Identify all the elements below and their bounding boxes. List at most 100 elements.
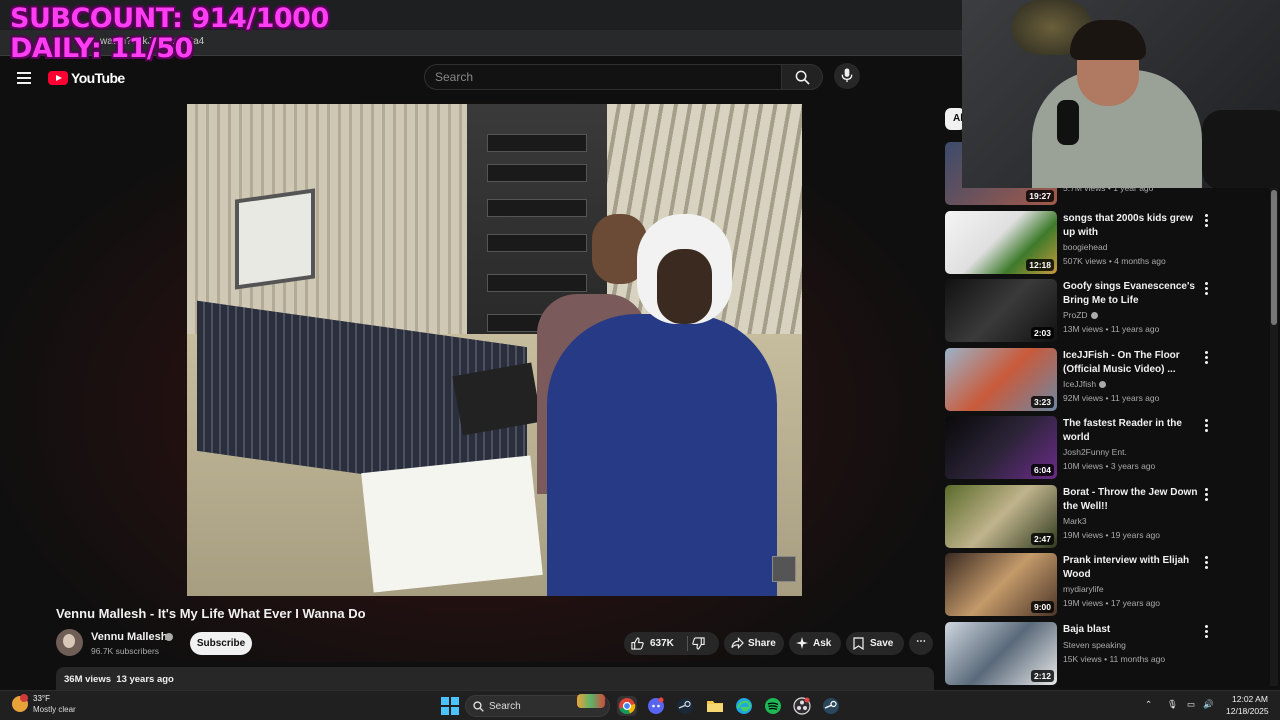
like-count: 637K	[650, 638, 674, 649]
video-player[interactable]	[187, 104, 802, 596]
view-stats: 36M views 13 years ago	[64, 674, 174, 685]
recommendation-meta: 507K views • 4 months ago	[1063, 256, 1166, 266]
duration-badge: 6:04	[1030, 464, 1054, 476]
recommendation-title[interactable]: songs that 2000s kids grew up with	[1063, 212, 1199, 239]
more-vertical-icon[interactable]	[1205, 625, 1209, 639]
youtube-logo[interactable]: YouTube	[48, 70, 125, 86]
edge-icon[interactable]	[734, 696, 754, 716]
video-thumbnail[interactable]: 2:47	[945, 485, 1057, 548]
search-input[interactable]: Search	[424, 64, 782, 90]
video-watermark	[772, 556, 796, 582]
description-box[interactable]: 36M views 13 years ago	[56, 667, 934, 691]
more-vertical-icon[interactable]	[1205, 488, 1209, 502]
recommendation-item[interactable]: 2:47 Borat - Throw the Jew Down the Well!…	[945, 485, 1215, 549]
volume-icon[interactable]: 🔊	[1203, 699, 1214, 710]
steam-icon[interactable]	[675, 696, 695, 716]
clock-time[interactable]: 12:02 AM	[1232, 694, 1268, 704]
recommendation-title[interactable]: IceJJFish - On The Floor (Official Music…	[1063, 349, 1199, 376]
like-icon[interactable]	[631, 637, 644, 653]
dislike-icon[interactable]	[692, 637, 705, 653]
clock-date[interactable]: 12/18/2025	[1226, 706, 1269, 716]
recommendation-item[interactable]: 9:00 Prank interview with Elijah Wood mydi…	[945, 553, 1215, 617]
more-vertical-icon[interactable]	[1205, 282, 1209, 296]
recommendation-title[interactable]: Borat - Throw the Jew Down the Well!!	[1063, 486, 1199, 513]
recommendation-item[interactable]: 2:03 Goofy sings Evanescence's Bring Me t…	[945, 279, 1215, 343]
windows-start-icon[interactable]	[440, 696, 460, 716]
spotify-icon[interactable]	[763, 696, 783, 716]
video-thumbnail[interactable]: 2:03	[945, 279, 1057, 342]
search-icon	[795, 70, 810, 85]
webcam-overlay	[962, 0, 1280, 188]
sparkle-icon	[796, 637, 808, 652]
weather-condition[interactable]: Mostly clear	[33, 705, 76, 714]
save-button[interactable]: Save	[846, 632, 904, 655]
video-thumbnail[interactable]: 6:04	[945, 416, 1057, 479]
video-thumbnail[interactable]: 3:23	[945, 348, 1057, 411]
more-vertical-icon[interactable]	[1205, 556, 1209, 570]
duration-badge: 9:00	[1030, 601, 1054, 613]
recommendation-title[interactable]: The fastest Reader in the world	[1063, 417, 1199, 444]
recommendation-channel[interactable]: boogiehead	[1063, 242, 1107, 252]
ask-button[interactable]: Ask	[789, 632, 841, 655]
bookmark-icon	[853, 637, 864, 653]
video-title: Vennu Mallesh - It's My Life What Ever I…	[56, 606, 366, 621]
recommendation-item[interactable]: 2:12 Baja blast Steven speaking 15K views •…	[945, 622, 1215, 686]
more-vertical-icon[interactable]	[1205, 419, 1209, 433]
recommendation-item[interactable]: 6:04 The fastest Reader in the world Josh2…	[945, 416, 1215, 480]
network-icon[interactable]: ▭	[1187, 699, 1195, 710]
file-explorer-icon[interactable]	[705, 696, 725, 716]
duration-badge: 19:27	[1026, 190, 1054, 202]
subscribe-button[interactable]: Subscribe	[190, 632, 252, 655]
duration-badge: 2:47	[1030, 533, 1054, 545]
verified-icon	[165, 633, 173, 641]
more-vertical-icon[interactable]	[1205, 214, 1209, 228]
tray-chevron-icon[interactable]: ⌃	[1145, 699, 1152, 710]
subcount-overlay: SUBCOUNT: 914/1000	[10, 3, 329, 34]
menu-icon[interactable]	[17, 72, 31, 84]
more-horizontal-icon: ⋯	[916, 636, 926, 647]
sidebar-scrollbar[interactable]	[1270, 186, 1278, 686]
duration-badge: 3:23	[1030, 396, 1054, 408]
scrollbar-thumb[interactable]	[1271, 190, 1277, 325]
channel-name[interactable]: Vennu Mallesh	[91, 631, 167, 643]
share-icon	[731, 637, 744, 652]
video-thumbnail[interactable]: 9:00	[945, 553, 1057, 616]
discord-icon[interactable]	[646, 696, 666, 716]
recommendation-channel[interactable]: Mark3	[1063, 516, 1087, 526]
windows-taskbar: 33°F Mostly clear Search ⌃ 🎙 ▭ 🔊 12:02 A…	[0, 690, 1280, 720]
obs-icon[interactable]	[792, 696, 812, 716]
recommendation-title[interactable]: Prank interview with Elijah Wood	[1063, 554, 1199, 581]
chrome-icon[interactable]	[617, 696, 637, 716]
more-vertical-icon[interactable]	[1205, 351, 1209, 365]
microphone-icon	[841, 68, 853, 83]
recommendation-item[interactable]: 3:23 IceJJFish - On The Floor (Official M…	[945, 348, 1215, 412]
recommendation-meta: 92M views • 11 years ago	[1063, 393, 1160, 403]
recommendation-item[interactable]: 12:18 songs that 2000s kids grew up with b…	[945, 211, 1215, 275]
weather-temp[interactable]: 33°F	[33, 694, 50, 703]
video-thumbnail[interactable]: 2:12	[945, 622, 1057, 685]
duration-badge: 2:12	[1030, 670, 1054, 682]
subscriber-count: 96.7K subscribers	[91, 646, 160, 656]
recommendation-meta: 10M views • 3 years ago	[1063, 461, 1156, 471]
more-actions-button[interactable]: ⋯	[909, 632, 933, 655]
recommendation-channel[interactable]: Steven speaking	[1063, 640, 1126, 650]
recommendation-meta: 15K views • 11 months ago	[1063, 654, 1166, 664]
recommendation-title[interactable]: Baja blast	[1063, 623, 1199, 637]
video-thumbnail[interactable]: 12:18	[945, 211, 1057, 274]
verified-icon	[1090, 312, 1098, 320]
search-button[interactable]	[781, 64, 823, 90]
recommendation-title[interactable]: Goofy sings Evanescence's Bring Me to Li…	[1063, 280, 1199, 307]
share-button[interactable]: Share	[724, 632, 784, 655]
duration-badge: 12:18	[1026, 259, 1054, 271]
avatar[interactable]	[56, 629, 83, 656]
weather-badge	[20, 694, 28, 702]
mic-tray-icon[interactable]: 🎙	[1167, 699, 1178, 710]
recommendation-channel[interactable]: ProZD	[1063, 310, 1098, 320]
voice-search-button[interactable]	[834, 63, 860, 89]
recommendation-channel[interactable]: Josh2Funny Ent.	[1063, 447, 1127, 457]
recommendation-meta: 19M views • 17 years ago	[1063, 598, 1160, 608]
recommendation-channel[interactable]: IceJJfish	[1063, 379, 1107, 389]
recommendation-channel[interactable]: mydiarylife	[1063, 584, 1104, 594]
steam-app-icon[interactable]	[821, 696, 841, 716]
verified-icon	[1099, 381, 1107, 389]
